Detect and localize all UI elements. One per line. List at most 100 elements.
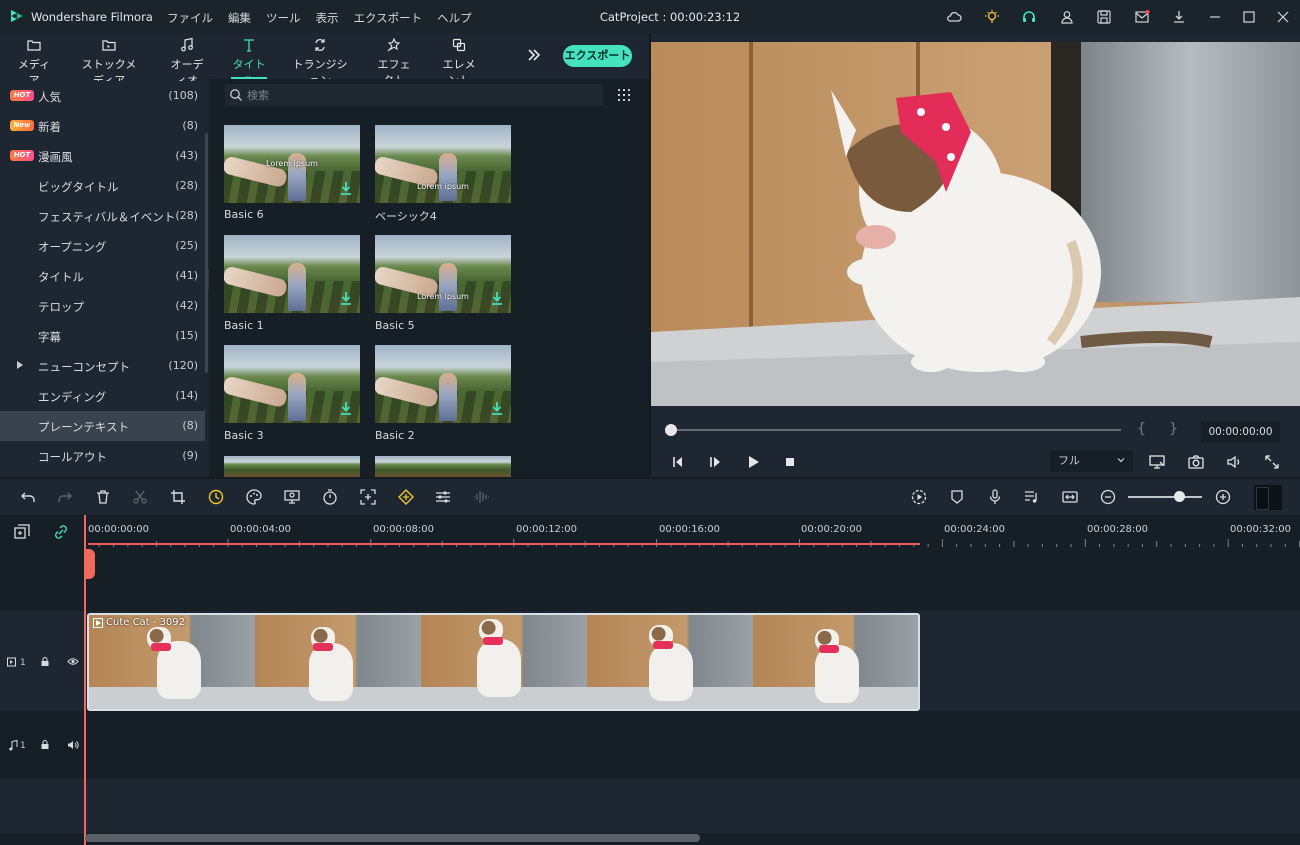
timeline-layout-button[interactable] — [1254, 485, 1282, 510]
title-thumbnail-basic-1[interactable] — [224, 235, 360, 313]
zoom-slider-track[interactable] — [1128, 496, 1202, 498]
undo-button[interactable] — [19, 488, 37, 506]
video-player[interactable] — [651, 42, 1300, 406]
mark-in-button[interactable]: { — [1137, 421, 1146, 437]
zoom-slider-handle[interactable] — [1174, 491, 1185, 502]
volume-button[interactable] — [1225, 453, 1243, 471]
title-thumbnail-basic-3[interactable] — [224, 345, 360, 423]
cloud-button[interactable] — [936, 0, 974, 33]
menu-export[interactable]: エクスポート — [354, 10, 423, 26]
timeline-horizontal-scrollbar[interactable] — [85, 834, 700, 842]
crop-button[interactable] — [169, 488, 187, 506]
category-new[interactable]: New 新着 (8) — [0, 111, 205, 141]
duration-button[interactable] — [321, 488, 339, 506]
tab-titles[interactable]: タイトル — [231, 37, 267, 87]
menu-file[interactable]: ファイル — [167, 10, 213, 26]
menu-help[interactable]: ヘルプ — [437, 10, 472, 26]
download-icon[interactable] — [491, 401, 503, 415]
fit-frame-button[interactable] — [359, 488, 377, 506]
category-new-concept[interactable]: ニューコンセプト (120) — [0, 351, 205, 381]
color-button[interactable] — [245, 488, 263, 506]
play-button[interactable] — [744, 453, 762, 471]
tab-transitions[interactable]: トランジション — [290, 37, 350, 87]
download-icon[interactable] — [340, 291, 352, 305]
category-telop[interactable]: テロップ (42) — [0, 291, 205, 321]
search-box[interactable] — [225, 84, 603, 106]
more-tabs-chevron-icon[interactable] — [525, 46, 543, 64]
notifications-button[interactable] — [1123, 0, 1161, 33]
lock-icon[interactable] — [40, 656, 50, 667]
download-icon[interactable] — [491, 291, 503, 305]
audio-mixer-button[interactable] — [1023, 488, 1041, 506]
snap-button[interactable] — [1061, 488, 1079, 506]
category-festival[interactable]: フェスティバル＆イベント (28) — [0, 201, 205, 231]
export-button[interactable]: エクスポート — [563, 45, 632, 67]
audio-wave-button[interactable] — [472, 488, 490, 506]
title-thumbnail-partial[interactable] — [224, 456, 360, 477]
zoom-out-button[interactable] — [1099, 488, 1117, 506]
mark-out-button[interactable]: } — [1169, 421, 1178, 437]
fullscreen-button[interactable] — [1263, 453, 1281, 471]
title-thumbnail-basic-4[interactable]: Lorem ipsum — [375, 125, 511, 203]
render-preview-button[interactable] — [910, 488, 928, 506]
category-plain-text[interactable]: プレーンテキスト (8) — [0, 411, 205, 441]
title-thumbnail-basic-5[interactable]: Lorem ipsum — [375, 235, 511, 313]
add-track-icon[interactable] — [13, 523, 31, 541]
tab-media[interactable]: メディア — [17, 37, 51, 87]
category-scrollbar-thumb[interactable] — [205, 133, 208, 373]
account-button[interactable] — [1048, 0, 1086, 33]
close-button[interactable] — [1266, 0, 1300, 33]
category-popular[interactable]: HOT 人気 (108) — [0, 81, 205, 111]
menu-view[interactable]: 表示 — [316, 10, 339, 26]
save-button[interactable] — [1086, 0, 1124, 33]
next-frame-button[interactable] — [706, 453, 724, 471]
delete-button[interactable] — [94, 488, 112, 506]
category-opening[interactable]: オープニング (25) — [0, 231, 205, 261]
title-thumbnail-basic-6[interactable]: Lorem ipsum — [224, 125, 360, 203]
title-thumbnail-basic-2[interactable] — [375, 345, 511, 423]
marker-button[interactable] — [948, 488, 966, 506]
keyframe-button[interactable] — [397, 488, 415, 506]
category-title[interactable]: タイトル (41) — [0, 261, 205, 291]
voiceover-button[interactable] — [986, 488, 1004, 506]
speaker-icon[interactable] — [67, 740, 79, 750]
download-button[interactable] — [1161, 0, 1199, 33]
category-subtitles[interactable]: 字幕 (15) — [0, 321, 205, 351]
maximize-button[interactable] — [1232, 0, 1266, 33]
stop-button[interactable] — [781, 453, 799, 471]
support-button[interactable] — [1011, 0, 1049, 33]
playback-progress-track[interactable] — [671, 429, 1121, 431]
preview-quality-select[interactable]: フル — [1050, 450, 1133, 472]
expand-arrow-icon[interactable] — [17, 361, 23, 369]
tab-elements[interactable]: エレメント — [438, 37, 480, 87]
green-screen-button[interactable] — [283, 488, 301, 506]
tips-button[interactable] — [973, 0, 1011, 33]
category-callout[interactable]: コールアウト (9) — [0, 441, 205, 471]
download-icon[interactable] — [340, 181, 352, 195]
category-ending[interactable]: エンディング (14) — [0, 381, 205, 411]
video-clip[interactable]: Cute Cat - 3092 — [87, 613, 920, 711]
menu-edit[interactable]: 編集 — [228, 10, 251, 26]
minimize-button[interactable] — [1198, 0, 1232, 33]
tab-stock-media[interactable]: ストックメディア — [77, 37, 141, 87]
tab-effects[interactable]: エフェクト — [373, 37, 415, 87]
speed-button[interactable] — [207, 488, 225, 506]
tab-audio[interactable]: オーディオ — [166, 37, 208, 87]
eye-icon[interactable] — [67, 657, 79, 666]
adjust-button[interactable] — [434, 488, 452, 506]
menu-tools[interactable]: ツール — [266, 10, 301, 26]
split-button[interactable] — [131, 488, 149, 506]
title-thumbnail-partial[interactable] — [375, 456, 511, 477]
playhead-handle[interactable] — [84, 549, 95, 579]
grid-view-icon[interactable] — [617, 88, 631, 102]
lock-icon[interactable] — [40, 739, 50, 750]
previous-frame-button[interactable] — [669, 453, 687, 471]
snapshot-button[interactable] — [1187, 453, 1205, 471]
redo-button[interactable] — [56, 488, 74, 506]
category-manga[interactable]: HOT 漫画風 (43) — [0, 141, 205, 171]
category-big-title[interactable]: ビッグタイトル (28) — [0, 171, 205, 201]
playback-scrubber[interactable] — [665, 424, 677, 436]
search-input[interactable] — [247, 87, 587, 103]
zoom-in-button[interactable] — [1214, 488, 1232, 506]
download-icon[interactable] — [340, 401, 352, 415]
